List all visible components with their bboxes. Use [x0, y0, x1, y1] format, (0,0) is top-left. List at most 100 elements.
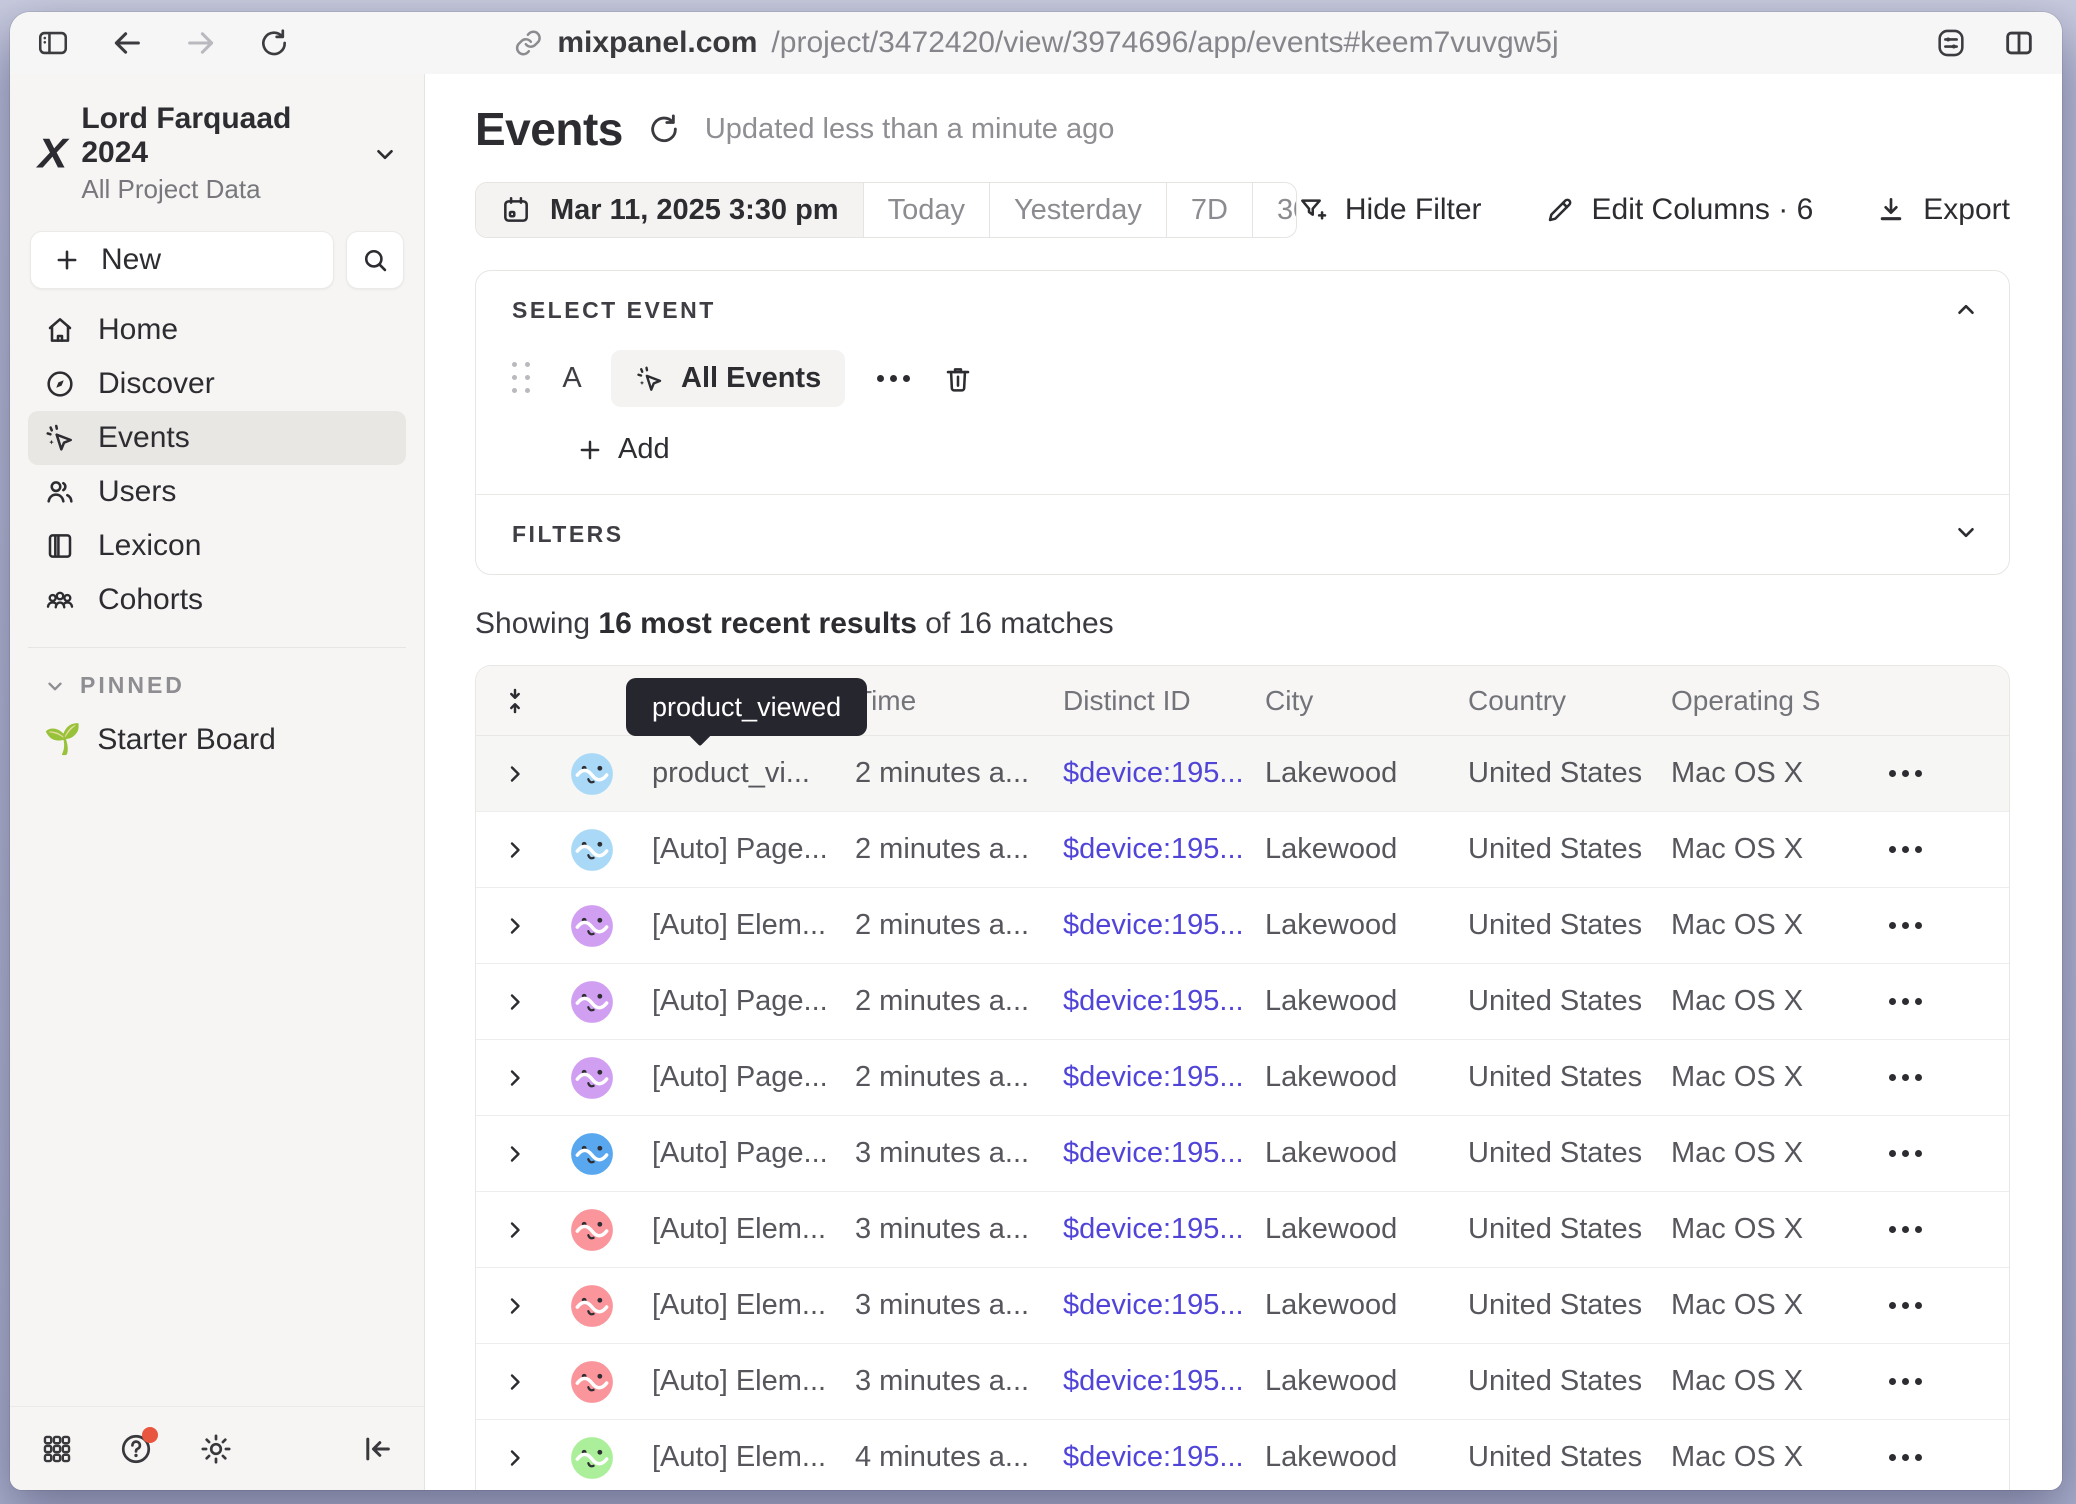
date-picker[interactable]: Mar 11, 2025 3:30 pm [476, 183, 864, 237]
add-event-button[interactable]: Add [576, 433, 1973, 466]
settings-gear-icon[interactable] [198, 1431, 234, 1467]
chevron-down-icon [44, 675, 66, 697]
preset-30d[interactable]: 30D [1253, 183, 1297, 237]
table-row[interactable]: [Auto] Page... 2 minutes a... $device:19… [476, 964, 2009, 1040]
time-cell: 2 minutes a... [855, 985, 1063, 1018]
row-actions-icon[interactable] [1883, 1140, 1928, 1167]
header-distinct-id[interactable]: Distinct ID [1063, 685, 1265, 717]
url-bar[interactable]: mixpanel.com/project/3472420/view/397469… [513, 12, 1558, 74]
row-actions-icon[interactable] [1883, 836, 1928, 863]
distinct-id-link[interactable]: $device:195... [1063, 833, 1265, 866]
url-host: mixpanel.com [557, 26, 757, 60]
os-cell: Mac OS X [1671, 909, 1831, 942]
row-actions-icon[interactable] [1883, 1064, 1928, 1091]
table-row[interactable]: [Auto] Page... 3 minutes a... $device:19… [476, 1116, 2009, 1192]
expand-row-icon[interactable] [476, 1370, 554, 1394]
split-view-icon[interactable] [2002, 26, 2036, 60]
preset-today[interactable]: Today [864, 183, 990, 237]
sidebar-item-users[interactable]: Users [28, 465, 406, 519]
refresh-icon[interactable] [647, 112, 681, 146]
expand-row-icon[interactable] [476, 1294, 554, 1318]
expand-row-icon[interactable] [476, 1446, 554, 1470]
expand-row-icon[interactable] [476, 838, 554, 862]
distinct-id-link[interactable]: $device:195... [1063, 1061, 1265, 1094]
row-actions-icon[interactable] [1883, 988, 1928, 1015]
expand-section-icon[interactable] [1953, 519, 1979, 545]
distinct-id-link[interactable]: $device:195... [1063, 1441, 1265, 1474]
time-cell: 3 minutes a... [855, 1289, 1063, 1322]
export-button[interactable]: Export [1875, 193, 2010, 227]
event-selector[interactable]: All Events [611, 350, 845, 407]
expand-row-icon[interactable] [476, 914, 554, 938]
forward-icon[interactable] [184, 26, 218, 60]
avatar [554, 1283, 630, 1329]
header-country[interactable]: Country [1468, 685, 1671, 717]
row-actions-icon[interactable] [1883, 1368, 1928, 1395]
edit-columns-button[interactable]: Edit Columns · 6 [1544, 193, 1814, 227]
distinct-id-link[interactable]: $device:195... [1063, 1289, 1265, 1322]
table-row[interactable]: [Auto] Page... 2 minutes a... $device:19… [476, 1040, 2009, 1116]
header-city[interactable]: City [1265, 685, 1468, 717]
row-actions-icon[interactable] [1883, 912, 1928, 939]
header-operating-system[interactable]: Operating S [1671, 685, 1831, 717]
pinned-section-toggle[interactable]: PINNED [28, 666, 406, 705]
sidebar-item-home[interactable]: Home [28, 303, 406, 357]
search-button[interactable] [346, 231, 404, 289]
header-time[interactable]: Time [855, 685, 1063, 717]
country-cell: United States [1468, 909, 1671, 942]
reload-icon[interactable] [258, 27, 290, 59]
table-row[interactable]: [Auto] Page... 2 minutes a... $device:19… [476, 812, 2009, 888]
trash-icon[interactable] [942, 363, 974, 395]
time-cell: 3 minutes a... [855, 1365, 1063, 1398]
new-button[interactable]: New [30, 231, 334, 289]
row-actions-icon[interactable] [1883, 1216, 1928, 1243]
expand-row-icon[interactable] [476, 762, 554, 786]
expand-row-icon[interactable] [476, 990, 554, 1014]
pencil-icon [1544, 194, 1576, 226]
help-button[interactable] [118, 1431, 154, 1467]
distinct-id-link[interactable]: $device:195... [1063, 985, 1265, 1018]
distinct-id-link[interactable]: $device:195... [1063, 1213, 1265, 1246]
row-actions-icon[interactable] [1883, 1444, 1928, 1471]
sidebar-item-cohorts[interactable]: Cohorts [28, 573, 406, 627]
row-actions-icon[interactable] [1883, 1292, 1928, 1319]
expand-row-icon[interactable] [476, 1142, 554, 1166]
project-switcher[interactable]: X Lord Farquaad 2024 All Project Data [28, 92, 406, 209]
sidebar-item-discover[interactable]: Discover [28, 357, 406, 411]
event-name-cell: [Auto] Elem... [630, 909, 855, 942]
sidebar-toggle-icon[interactable] [36, 26, 70, 60]
event-more-menu-icon[interactable] [871, 365, 916, 392]
distinct-id-link[interactable]: $device:195... [1063, 757, 1265, 790]
distinct-id-link[interactable]: $device:195... [1063, 1137, 1265, 1170]
collapse-sidebar-icon[interactable] [360, 1432, 394, 1466]
hide-filter-button[interactable]: Hide Filter [1297, 193, 1482, 227]
table-row[interactable]: [Auto] Elem... 2 minutes a... $device:19… [476, 888, 2009, 964]
distinct-id-link[interactable]: $device:195... [1063, 909, 1265, 942]
row-actions-icon[interactable] [1883, 760, 1928, 787]
sidebar-footer [10, 1406, 424, 1490]
table-row[interactable]: [Auto] Elem... 3 minutes a... $device:19… [476, 1344, 2009, 1420]
os-cell: Mac OS X [1671, 1365, 1831, 1398]
city-cell: Lakewood [1265, 1061, 1468, 1094]
drag-handle[interactable] [512, 362, 533, 396]
table-row[interactable]: [Auto] Elem... 4 minutes a... $device:19… [476, 1420, 2009, 1490]
sidebar-item-lexicon[interactable]: Lexicon [28, 519, 406, 573]
collapse-section-icon[interactable] [1953, 297, 1979, 323]
preset-7d[interactable]: 7D [1167, 183, 1253, 237]
preset-yesterday[interactable]: Yesterday [990, 183, 1167, 237]
filters-label: FILTERS [512, 521, 1973, 548]
table-row[interactable]: [Auto] Elem... 3 minutes a... $device:19… [476, 1268, 2009, 1344]
expand-row-icon[interactable] [476, 1218, 554, 1242]
sidebar-item-starter-board[interactable]: 🌱 Starter Board [28, 713, 406, 767]
time-cell: 4 minutes a... [855, 1441, 1063, 1474]
distinct-id-link[interactable]: $device:195... [1063, 1365, 1265, 1398]
cursor-sparkle-icon [635, 364, 665, 394]
sidebar-item-events[interactable]: Events [28, 411, 406, 465]
apps-grid-icon[interactable] [40, 1432, 74, 1466]
collapse-all-rows-icon[interactable] [476, 687, 554, 715]
table-row[interactable]: product_vi... 2 minutes a... $device:195… [476, 736, 2009, 812]
page-settings-icon[interactable] [1934, 26, 1968, 60]
table-row[interactable]: [Auto] Elem... 3 minutes a... $device:19… [476, 1192, 2009, 1268]
back-icon[interactable] [110, 26, 144, 60]
expand-row-icon[interactable] [476, 1066, 554, 1090]
